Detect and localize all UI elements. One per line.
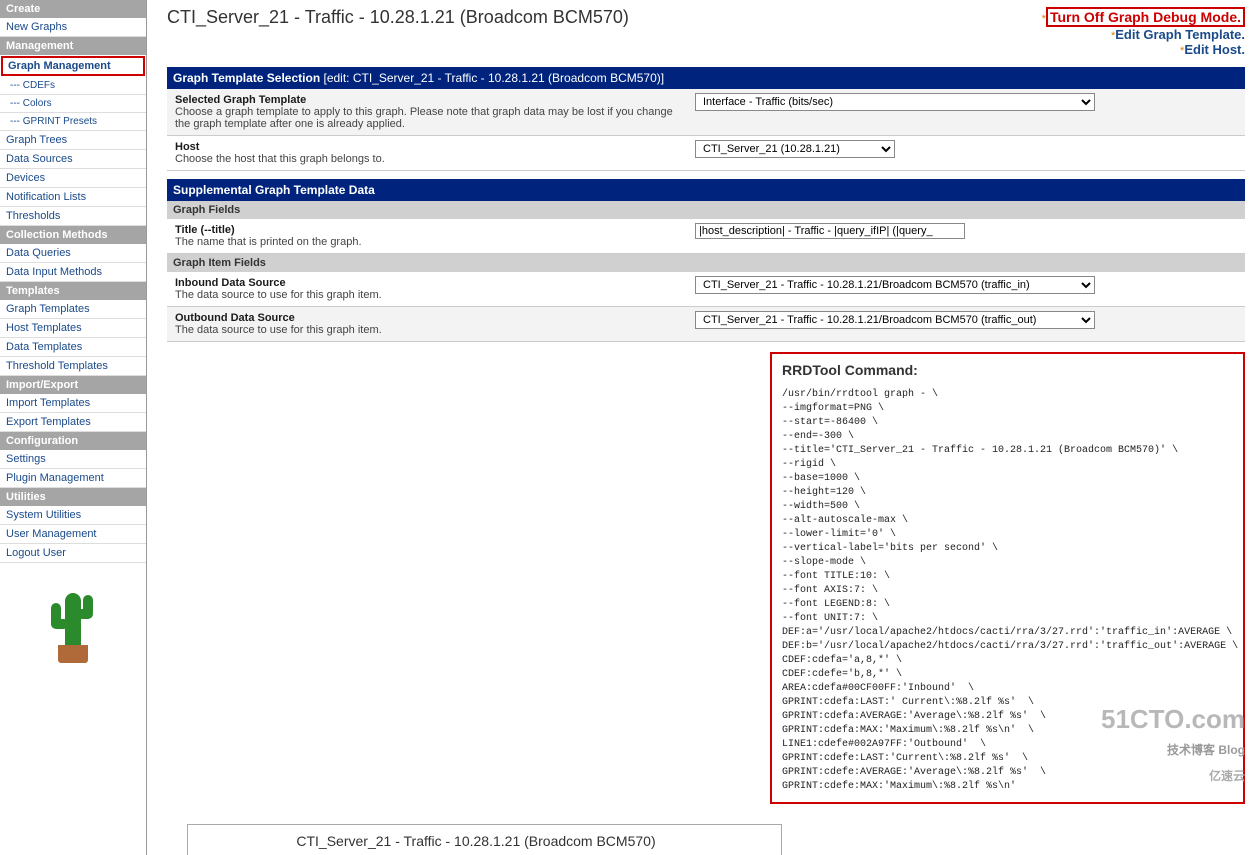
link-edit-host[interactable]: Edit Host. <box>1184 42 1245 57</box>
label-title: Title (--title) <box>175 224 679 236</box>
side-header-collection: Collection Methods <box>0 226 146 244</box>
desc-host: Choose the host that this graph belongs … <box>175 153 679 165</box>
page-title: CTI_Server_21 - Traffic - 10.28.1.21 (Br… <box>167 7 629 28</box>
sidebar-item-host-templates[interactable]: Host Templates <box>0 319 146 338</box>
desc-outbound: The data source to use for this graph it… <box>175 324 679 336</box>
sidebar-item-graph-trees[interactable]: Graph Trees <box>0 131 146 150</box>
section-title: Graph Template Selection <box>173 71 320 85</box>
select-outbound[interactable]: CTI_Server_21 - Traffic - 10.28.1.21/Bro… <box>695 311 1095 329</box>
sidebar-item-notification-lists[interactable]: Notification Lists <box>0 188 146 207</box>
sidebar-item-new-graphs[interactable]: New Graphs <box>0 18 146 37</box>
subhead-item-fields: Graph Item Fields <box>167 254 1245 272</box>
sidebar-item-system-utilities[interactable]: System Utilities <box>0 506 146 525</box>
select-host[interactable]: CTI_Server_21 (10.28.1.21) <box>695 140 895 158</box>
side-header-utilities: Utilities <box>0 488 146 506</box>
section-edit-label: [edit: CTI_Server_21 - Traffic - 10.28.1… <box>324 71 665 85</box>
graph-title: CTI_Server_21 - Traffic - 10.28.1.21 (Br… <box>196 833 756 849</box>
select-inbound[interactable]: CTI_Server_21 - Traffic - 10.28.1.21/Bro… <box>695 276 1095 294</box>
desc-title: The name that is printed on the graph. <box>175 236 679 248</box>
label-selected-template: Selected Graph Template <box>175 94 679 106</box>
sidebar-item-devices[interactable]: Devices <box>0 169 146 188</box>
side-header-configuration: Configuration <box>0 432 146 450</box>
sidebar-item-data-input-methods[interactable]: Data Input Methods <box>0 263 146 282</box>
side-header-import-export: Import/Export <box>0 376 146 394</box>
top-links: *Turn Off Graph Debug Mode. *Edit Graph … <box>1042 7 1245 57</box>
sidebar-item-data-queries[interactable]: Data Queries <box>0 244 146 263</box>
sidebar-item-cdefs[interactable]: --- CDEFs <box>0 77 146 95</box>
sidebar-item-export-templates[interactable]: Export Templates <box>0 413 146 432</box>
side-header-management: Management <box>0 37 146 55</box>
side-header-create: Create <box>0 0 146 18</box>
sidebar-item-settings[interactable]: Settings <box>0 450 146 469</box>
traffic-graph: CTI_Server_21 - Traffic - 10.28.1.21 (Br… <box>187 824 782 855</box>
sidebar-item-user-management[interactable]: User Management <box>0 525 146 544</box>
rrdtool-title: RRDTool Command: <box>782 362 1233 378</box>
sidebar-item-import-templates[interactable]: Import Templates <box>0 394 146 413</box>
section-graph-template-selection: Graph Template Selection [edit: CTI_Serv… <box>167 67 1245 89</box>
sidebar-item-gprint-presets[interactable]: --- GPRINT Presets <box>0 113 146 131</box>
sidebar-item-plugin-management[interactable]: Plugin Management <box>0 469 146 488</box>
sidebar: Create New Graphs Management Graph Manag… <box>0 0 147 855</box>
sidebar-item-thresholds[interactable]: Thresholds <box>0 207 146 226</box>
input-title[interactable] <box>695 223 965 239</box>
cactus-logo-icon <box>43 573 103 663</box>
sidebar-item-logout-user[interactable]: Logout User <box>0 544 146 563</box>
subhead-graph-fields: Graph Fields <box>167 201 1245 219</box>
sidebar-item-threshold-templates[interactable]: Threshold Templates <box>0 357 146 376</box>
sidebar-item-data-sources[interactable]: Data Sources <box>0 150 146 169</box>
sidebar-item-data-templates[interactable]: Data Templates <box>0 338 146 357</box>
watermark: 51CTO.com 技术博客 Blog 亿速云 <box>1101 706 1245 784</box>
main-content: CTI_Server_21 - Traffic - 10.28.1.21 (Br… <box>147 0 1251 855</box>
label-inbound: Inbound Data Source <box>175 277 679 289</box>
sidebar-item-colors[interactable]: --- Colors <box>0 95 146 113</box>
sidebar-item-graph-templates[interactable]: Graph Templates <box>0 300 146 319</box>
desc-inbound: The data source to use for this graph it… <box>175 289 679 301</box>
section-supplemental: Supplemental Graph Template Data <box>167 179 1245 201</box>
link-debug-mode[interactable]: Turn Off Graph Debug Mode. <box>1046 7 1245 27</box>
label-host: Host <box>175 141 679 153</box>
select-graph-template[interactable]: Interface - Traffic (bits/sec) <box>695 93 1095 111</box>
label-outbound: Outbound Data Source <box>175 312 679 324</box>
side-header-templates: Templates <box>0 282 146 300</box>
sidebar-item-graph-management[interactable]: Graph Management <box>1 56 145 76</box>
link-edit-template[interactable]: Edit Graph Template. <box>1115 27 1245 42</box>
desc-selected-template: Choose a graph template to apply to this… <box>175 106 679 130</box>
